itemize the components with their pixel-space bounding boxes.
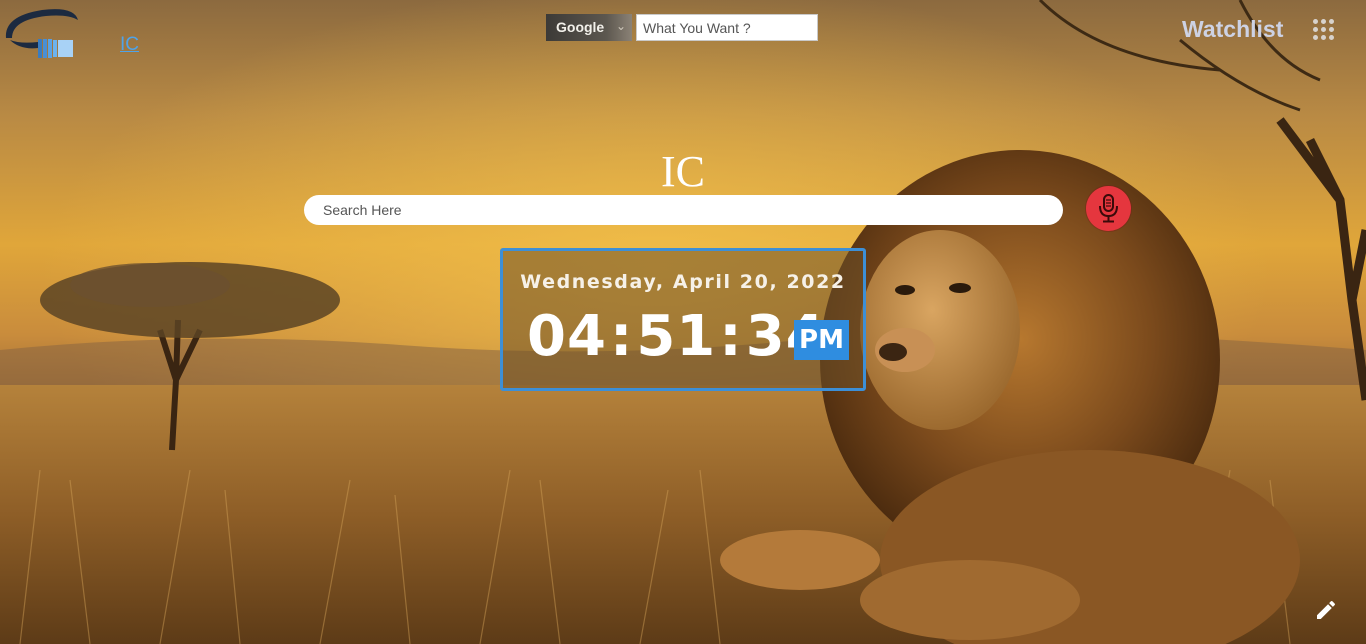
- clock-widget: Wednesday, April 20, 2022 04:51:34 PM: [500, 248, 866, 391]
- clock-date: Wednesday, April 20, 2022: [520, 271, 846, 293]
- ic-logo[interactable]: [2, 6, 82, 60]
- chevron-down-icon: ⌄: [615, 19, 626, 33]
- brand-link[interactable]: IC: [120, 34, 139, 56]
- edit-background-button[interactable]: [1314, 598, 1338, 622]
- clock-hours: 04: [527, 304, 607, 369]
- page-title: IC: [661, 147, 705, 196]
- voice-search-button[interactable]: [1086, 186, 1131, 231]
- watchlist-link[interactable]: Watchlist: [1182, 16, 1283, 43]
- clock-minutes: 51: [636, 304, 717, 369]
- microphone-icon: [1099, 194, 1118, 223]
- search-engine-select[interactable]: Google ⌄: [546, 14, 632, 41]
- clock-separator: :: [609, 304, 634, 369]
- clock-meridiem-badge: PM: [794, 320, 849, 360]
- top-query-input[interactable]: [636, 14, 818, 41]
- clock-separator: :: [719, 304, 743, 369]
- apps-grid-icon[interactable]: [1313, 19, 1335, 41]
- main-search-input[interactable]: [304, 195, 1063, 225]
- clock-time: 04:51:34: [527, 305, 826, 369]
- pencil-icon: [1317, 600, 1336, 619]
- search-engine-selected: Google: [556, 19, 605, 35]
